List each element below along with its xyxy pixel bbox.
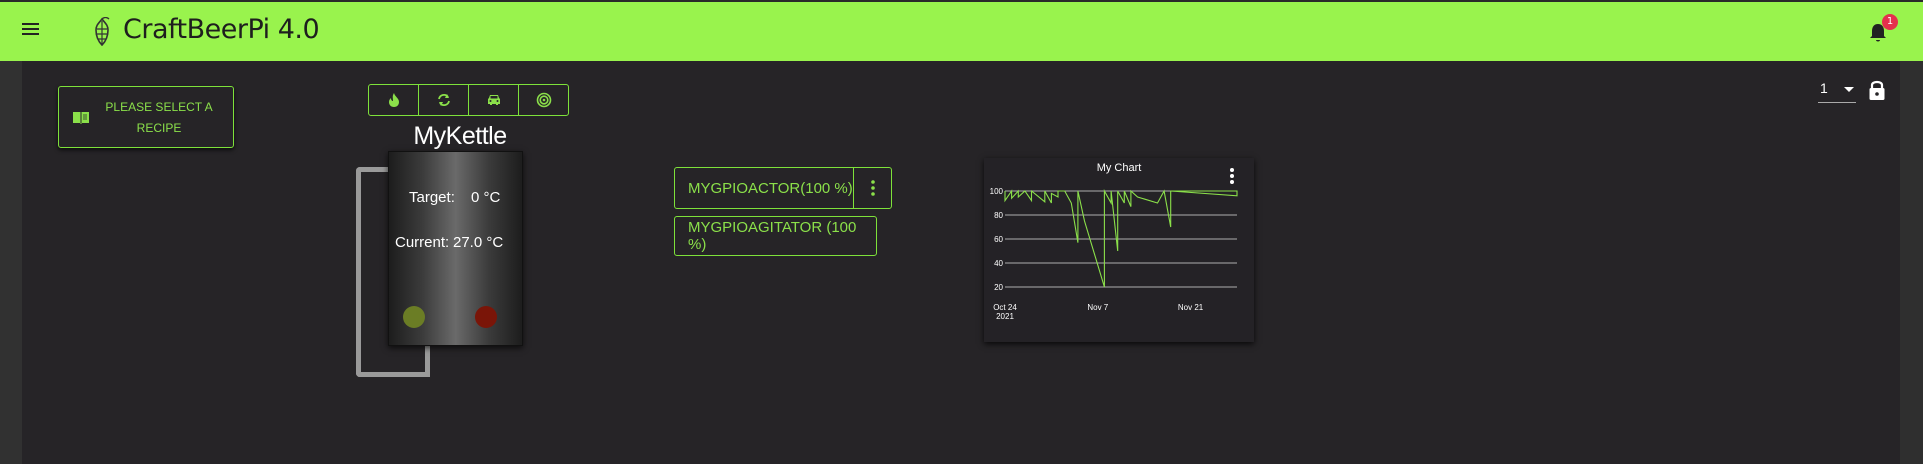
chart-card: My Chart 20 40 60 80 100 Oct 24 2021 Nov 7 Nov 2… (984, 158, 1254, 342)
select-recipe-button[interactable]: PLEASE SELECT A RECIPE (58, 86, 234, 148)
more-vert-icon (870, 180, 875, 196)
target-button[interactable] (519, 85, 568, 115)
y-tick-label: 80 (994, 211, 1003, 220)
autosync-button[interactable] (419, 85, 469, 115)
recipe-label: PLEASE SELECT A RECIPE (99, 97, 219, 139)
agitator-led-off (475, 306, 497, 328)
y-tick-label: 100 (990, 187, 1004, 196)
current-label: Current: (395, 234, 450, 251)
heater-led-on (403, 306, 425, 328)
y-tick-label: 40 (994, 259, 1003, 268)
target-label: Target: (409, 189, 455, 206)
x-tick-label: Nov 7 (1087, 303, 1108, 312)
chevron-down-icon (1844, 87, 1854, 92)
kettle-name: MyKettle (413, 122, 507, 150)
y-tick-label: 20 (994, 283, 1003, 292)
kettle-body[interactable]: Target: 0 °C Current: 27.0 °C (388, 151, 523, 346)
lock-icon[interactable] (1868, 79, 1886, 101)
flame-icon (388, 93, 399, 107)
actor-toggle[interactable]: MYGPIOACTOR(100 %) (675, 168, 854, 208)
automatic-button[interactable] (469, 85, 519, 115)
recipe-label-line1: PLEASE SELECT A (105, 100, 213, 114)
y-tick-label: 60 (994, 235, 1003, 244)
recipe-label-line2: RECIPE (136, 121, 182, 135)
agitator-button[interactable]: MYGPIOAGITATOR (100 %) (674, 216, 877, 256)
hop-logo-icon (95, 17, 110, 47)
app-title: CraftBeerPi 4.0 (123, 14, 320, 45)
actor-button: MYGPIOACTOR(100 %) (674, 167, 892, 209)
car-icon (487, 95, 500, 105)
sync-icon (437, 94, 450, 106)
dashboard-canvas (22, 61, 1900, 464)
x-tick-label: Oct 24 (993, 303, 1017, 312)
book-icon (73, 112, 89, 124)
heater-button[interactable] (369, 85, 419, 115)
right-scrollbar-track[interactable] (1900, 61, 1923, 464)
kettle-toolbar (368, 84, 569, 116)
chart-plot: 20 40 60 80 100 Oct 242021 Nov 7 Nov 21 (990, 187, 1238, 321)
target-value: 0 °C (471, 189, 501, 206)
notification-badge: 1 (1882, 14, 1898, 30)
menu-icon[interactable] (22, 22, 42, 38)
left-sidebar-strip (0, 61, 22, 464)
x-tick-label: Nov 21 (1178, 303, 1204, 312)
app-bar: CraftBeerPi 4.0 1 (0, 2, 1923, 61)
current-value: 27.0 °C (453, 234, 504, 251)
target-icon (536, 92, 551, 108)
page-select[interactable]: 1 (1818, 80, 1856, 103)
x-tick-sublabel: 2021 (996, 312, 1014, 321)
page-select-value: 1 (1820, 80, 1828, 96)
kettle-sight-tube-bottom (356, 344, 430, 377)
actor-more-button[interactable] (854, 168, 891, 208)
